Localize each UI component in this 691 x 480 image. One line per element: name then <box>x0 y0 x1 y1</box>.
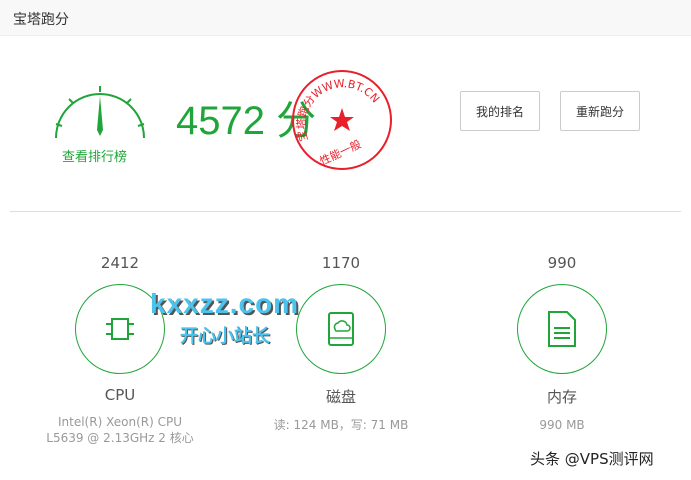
rating-stamp: 宝塔跑分WWW.BT.CN 性能一般 <box>292 70 392 170</box>
memory-label: 内存 <box>546 388 577 406</box>
disk-icon <box>296 284 386 374</box>
memory-result: 990 内存 990 MB <box>462 250 662 433</box>
memory-desc: 990 MB <box>539 418 585 432</box>
svg-text:性能一般: 性能一般 <box>317 137 363 168</box>
disk-result: 1170 磁盘 读: 124 MB，写: 71 MB <box>241 250 441 433</box>
disk-label: 磁盘 <box>325 388 356 406</box>
cpu-desc: Intel(R) Xeon(R) CPU L5639 @ 2.13GHz 2 核… <box>46 415 194 445</box>
cpu-label: CPU <box>104 386 136 404</box>
divider <box>10 211 681 212</box>
watermark-toutiao: 头条 @VPS测评网 <box>530 450 654 468</box>
watermark-site: kxxzz.com <box>150 288 300 319</box>
my-rank-button[interactable]: 我的排名 <box>460 91 540 131</box>
watermark-site-sub: 开心小站长 <box>180 326 270 347</box>
cpu-score: 2412 <box>100 254 140 272</box>
view-leaderboard-link[interactable]: 查看排行榜 <box>62 146 127 165</box>
title-bar: 宝塔跑分 <box>0 0 691 36</box>
rerun-benchmark-button[interactable]: 重新跑分 <box>560 91 640 131</box>
svg-text:宝塔跑分WWW.BT.CN: 宝塔跑分WWW.BT.CN <box>294 77 382 143</box>
cpu-result: 2412 CPU Intel(R) Xeon(R) CPU L5639 @ 2.… <box>20 250 220 446</box>
disk-score: 1170 <box>321 254 361 272</box>
window-title: 宝塔跑分 <box>13 12 69 28</box>
disk-desc: 读: 124 MB，写: 71 MB <box>273 418 409 432</box>
memory-icon <box>517 284 607 374</box>
memory-score: 990 <box>547 254 577 272</box>
